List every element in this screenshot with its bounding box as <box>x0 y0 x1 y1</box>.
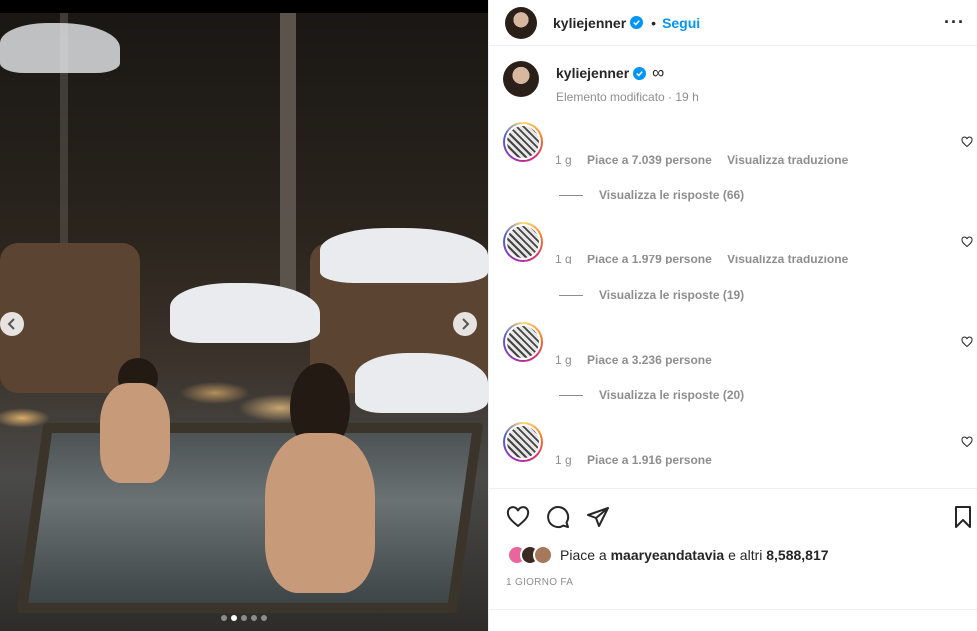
view-replies-label: Visualizza le risposte (66) <box>599 188 745 202</box>
view-replies-label: Visualizza le risposte (20) <box>599 388 745 402</box>
media-top-bar <box>0 0 488 13</box>
likes-user[interactable]: maaryeandatavia <box>611 547 725 563</box>
likes-summary: Piace a maaryeandatavia e altri 8,588,81… <box>507 545 829 565</box>
author-avatar[interactable] <box>505 6 537 39</box>
post-date[interactable]: 1 GIORNO FA <box>506 577 573 588</box>
comment-icon[interactable] <box>546 505 570 529</box>
heart-icon[interactable] <box>506 505 530 529</box>
chevron-right-icon <box>462 318 470 330</box>
comment-item: 1 g Piace a 7.039 persone Visualizza tra… <box>503 122 973 212</box>
snow-middle <box>170 283 320 343</box>
carousel-dot <box>221 615 227 621</box>
chevron-left-icon <box>7 318 15 330</box>
heart-icon[interactable] <box>961 336 973 348</box>
view-replies-button[interactable]: Visualizza le risposte (66) <box>559 188 744 202</box>
heart-icon[interactable] <box>961 436 973 448</box>
person-left <box>100 383 170 483</box>
comment-age: 1 g <box>555 255 572 264</box>
more-options-icon[interactable]: ··· <box>944 12 965 33</box>
carousel-next-button[interactable] <box>453 312 477 336</box>
verified-icon <box>633 66 647 80</box>
person-right <box>265 433 375 593</box>
view-replies-button[interactable]: Visualizza le risposte (19) <box>559 288 744 302</box>
comment-meta: 1 g Piace a 1.916 persone <box>555 453 712 467</box>
carousel-dot-active <box>231 615 237 621</box>
bookmark-icon[interactable] <box>951 505 975 529</box>
comment-translate[interactable]: Visualizza traduzione <box>727 153 848 167</box>
snow-right <box>320 228 488 283</box>
comment-meta: 1 g Piace a 1.979 persone Visualizza tra… <box>555 255 848 264</box>
comment-likes[interactable]: Piace a 3.236 persone <box>587 353 712 367</box>
post-media[interactable] <box>0 0 488 631</box>
likes-middle: e altri <box>728 547 763 563</box>
caption: kyliejenner ∞ Elemento modificato · 19 h <box>503 61 963 104</box>
commenter-avatar[interactable] <box>503 222 543 262</box>
add-comment-area[interactable] <box>489 609 977 631</box>
comment-age: 1 g <box>555 353 572 367</box>
commenter-avatar[interactable] <box>503 122 543 162</box>
caption-username[interactable]: kyliejenner <box>556 65 629 81</box>
comment-item: 1 g Piace a 3.236 persone Visualizza le … <box>503 322 973 412</box>
commenter-avatar[interactable] <box>503 422 543 462</box>
carousel-dot <box>241 615 247 621</box>
share-icon[interactable] <box>586 505 610 529</box>
carousel-dot <box>251 615 257 621</box>
caption-avatar[interactable] <box>503 61 539 97</box>
comment-age: 1 g <box>555 153 572 167</box>
comment-item: 1 g Piace a 1.916 persone <box>503 422 973 482</box>
likes-count[interactable]: 8,588,817 <box>766 547 828 563</box>
caption-subtitle: Elemento modificato · 19 h <box>556 90 699 104</box>
header-separator: • <box>651 14 657 31</box>
caption-text: ∞ <box>652 63 665 82</box>
comment-likes[interactable]: Piace a 7.039 persone <box>587 153 712 167</box>
comment-meta: 1 g Piace a 7.039 persone Visualizza tra… <box>555 153 848 167</box>
follow-button[interactable]: Segui <box>662 15 700 31</box>
carousel-dot <box>261 615 267 621</box>
verified-icon <box>630 16 644 29</box>
comment-translate[interactable]: Visualizza traduzione <box>727 255 848 264</box>
comment-likes[interactable]: Piace a 1.916 persone <box>587 453 712 467</box>
commenter-avatar[interactable] <box>503 322 543 362</box>
carousel-dots <box>0 615 488 621</box>
post-header: kyliejenner • Segui ··· <box>489 0 977 46</box>
heart-icon[interactable] <box>961 236 973 248</box>
carousel-prev-button[interactable] <box>0 312 24 336</box>
likes-prefix: Piace a <box>560 547 607 563</box>
likes-text: Piace a maaryeandatavia e altri 8,588,81… <box>560 547 829 563</box>
comment-likes[interactable]: Piace a 1.979 persone <box>587 255 712 264</box>
post-photo <box>0 13 488 631</box>
view-replies-label: Visualizza le risposte (19) <box>599 288 745 302</box>
snow-lower-right <box>355 353 488 413</box>
comment-age: 1 g <box>555 453 572 467</box>
post-actions: Piace a maaryeandatavia e altri 8,588,81… <box>489 488 977 631</box>
view-replies-button[interactable]: Visualizza le risposte (20) <box>559 388 744 402</box>
heart-icon[interactable] <box>961 136 973 148</box>
liker-avatar <box>533 545 553 565</box>
hot-tub <box>16 423 484 613</box>
snow-branches <box>0 23 120 73</box>
author-username[interactable]: kyliejenner <box>553 15 626 31</box>
post-sidebar: kyliejenner • Segui ··· kyliejenner ∞ El… <box>488 0 977 631</box>
comment-item: 1 g Piace a 1.979 persone Visualizza tra… <box>503 222 973 312</box>
comment-meta: 1 g Piace a 3.236 persone <box>555 353 712 367</box>
